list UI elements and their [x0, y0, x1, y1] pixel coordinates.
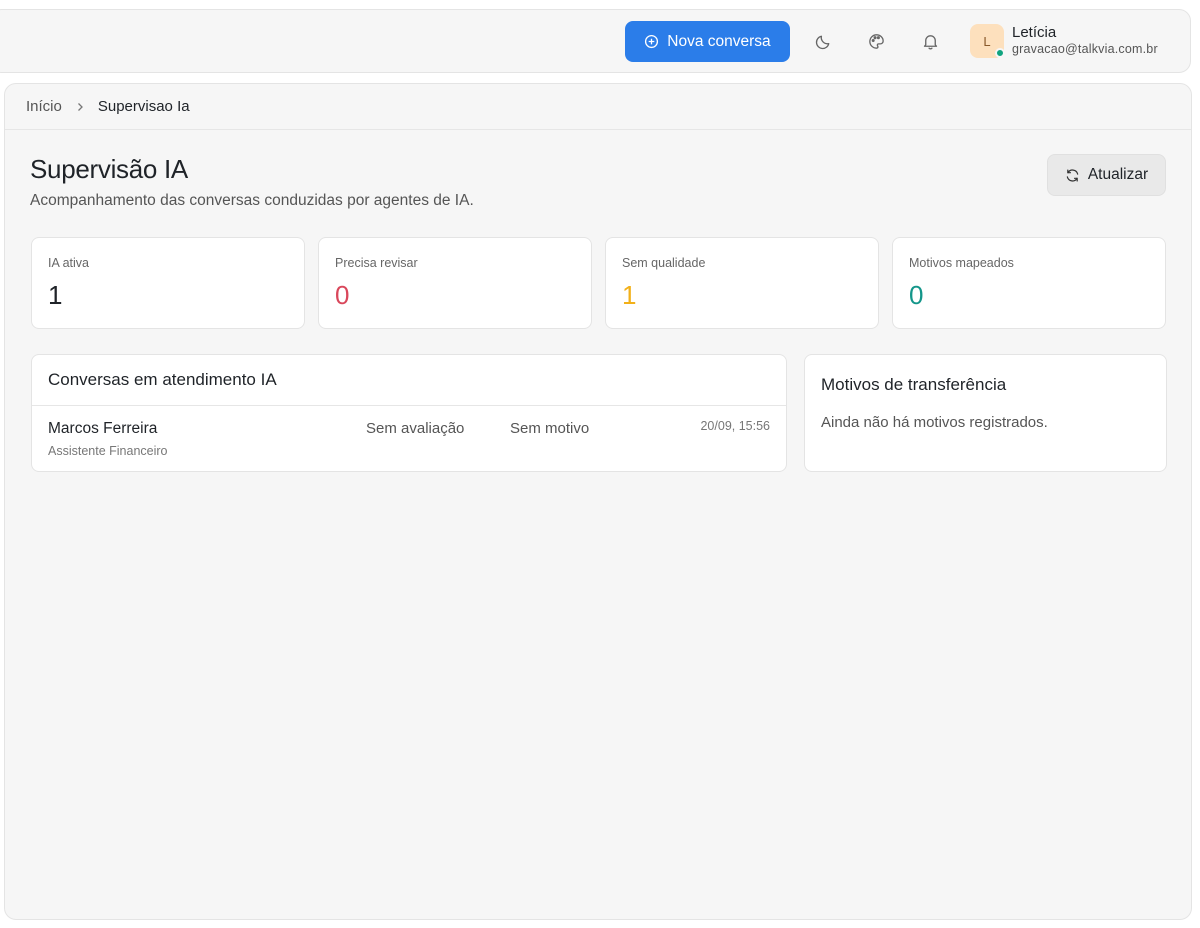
conversation-row[interactable]: Marcos Ferreira Assistente Financeiro Se…	[32, 406, 786, 472]
conversation-agent-name: Assistente Financeiro	[48, 444, 168, 458]
palette-button[interactable]	[864, 29, 888, 53]
stat-value: 0	[335, 280, 350, 310]
plus-circle-icon	[645, 34, 659, 49]
stat-card-ia-ativa: IA ativa 1	[31, 237, 305, 329]
user-email: gravacao@talkvia.com.br	[1012, 42, 1158, 56]
transfer-reasons-title: Motivos de transferência	[821, 375, 1007, 394]
avatar-initial: L	[983, 33, 991, 49]
new-conversation-button[interactable]: Nova conversa	[625, 21, 790, 62]
stat-label: Precisa revisar	[335, 256, 418, 270]
conversation-rating: Sem avaliação	[366, 420, 465, 437]
conversations-panel-title: Conversas em atendimento IA	[32, 355, 786, 406]
refresh-button[interactable]: Atualizar	[1047, 154, 1166, 196]
conversation-reason: Sem motivo	[510, 420, 590, 437]
refresh-icon	[1066, 168, 1079, 182]
page-subtitle: Acompanhamento das conversas conduzidas …	[30, 192, 474, 209]
transfer-reasons-panel: Motivos de transferência Ainda não há mo…	[804, 354, 1167, 472]
conversations-panel: Conversas em atendimento IA Marcos Ferre…	[31, 354, 787, 472]
theme-toggle-button[interactable]	[811, 29, 835, 53]
breadcrumb-current: Supervisao Ia	[97, 98, 190, 115]
conversation-timestamp: 20/09, 15:56	[700, 419, 770, 433]
stat-card-precisa-revisar: Precisa revisar 0	[318, 237, 592, 329]
stat-value: 1	[622, 280, 637, 310]
refresh-label: Atualizar	[1087, 166, 1149, 183]
stat-card-sem-qualidade: Sem qualidade 1	[605, 237, 879, 329]
palette-icon	[868, 33, 884, 49]
stat-label: IA ativa	[48, 256, 89, 270]
moon-icon	[815, 35, 829, 49]
chevron-right-icon	[75, 102, 85, 112]
transfer-reasons-empty-text: Ainda não há motivos registrados.	[821, 414, 1048, 431]
breadcrumb: Início Supervisao Ia	[5, 84, 1191, 130]
page-title: Supervisão IA	[30, 154, 188, 184]
avatar[interactable]: L	[970, 24, 1005, 58]
stat-value: 0	[909, 280, 924, 310]
online-status-dot	[995, 48, 1005, 58]
top-bar	[0, 9, 1191, 73]
user-name: Letícia	[1012, 24, 1057, 41]
main-content: Início Supervisao Ia Supervisão IA Acomp…	[4, 83, 1192, 920]
conversation-contact-name: Marcos Ferreira	[48, 420, 158, 437]
stat-label: Sem qualidade	[622, 256, 706, 270]
stat-label: Motivos mapeados	[909, 256, 1014, 270]
stat-value: 1	[48, 280, 63, 310]
new-conversation-label: Nova conversa	[667, 32, 771, 50]
stat-card-motivos-mapeados: Motivos mapeados 0	[892, 237, 1166, 329]
breadcrumb-home-link[interactable]: Início	[26, 98, 62, 115]
bell-icon	[923, 34, 937, 49]
notifications-button[interactable]	[918, 29, 942, 53]
